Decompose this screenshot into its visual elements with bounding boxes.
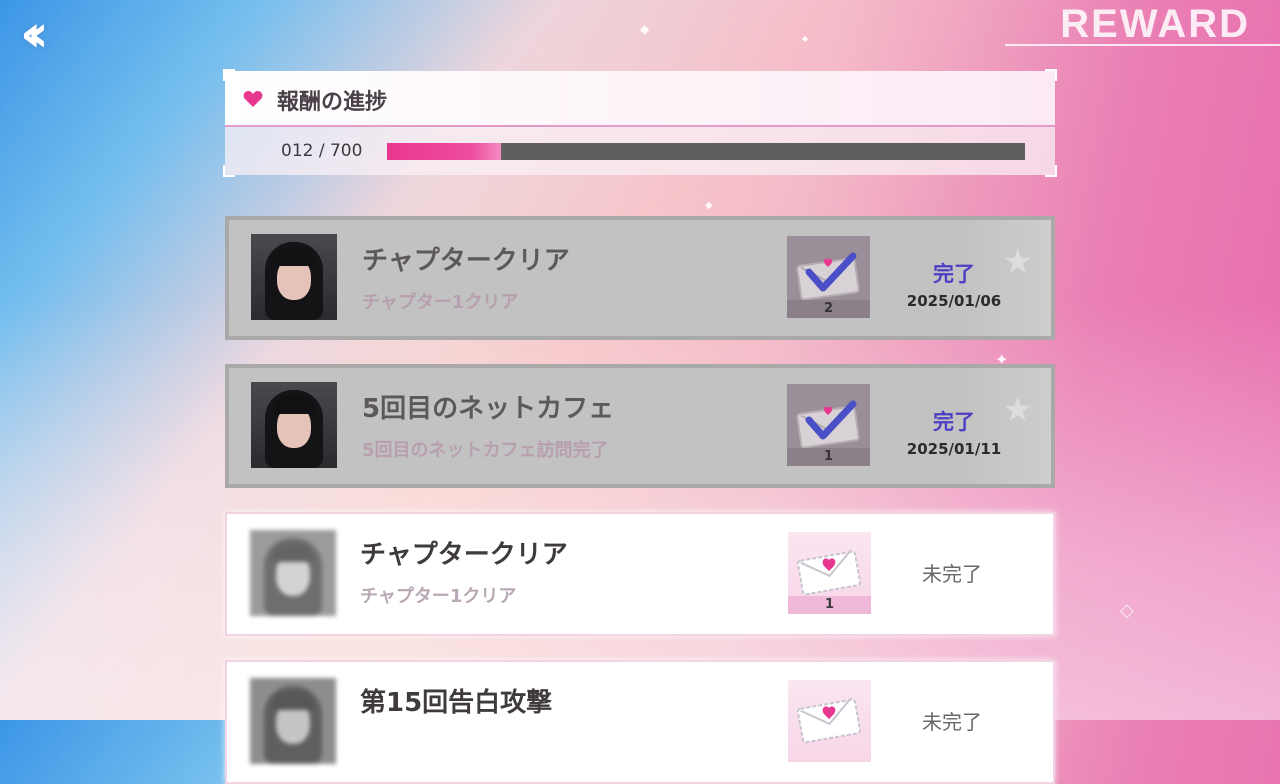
progress-bar-fill xyxy=(387,143,501,160)
love-letter-icon xyxy=(796,697,862,744)
reward-thumbnail: 2 xyxy=(787,236,870,318)
reward-item[interactable]: ★ 第15回告白攻撃 未完了 xyxy=(225,660,1055,784)
reward-item-title: 5回目のネットカフェ xyxy=(362,394,615,424)
frame-corner xyxy=(223,69,235,81)
reward-progress-panel: 報酬の進捗 012 / 700 xyxy=(223,69,1057,177)
avatar xyxy=(251,382,337,468)
reward-item[interactable]: ★ 5回目のネットカフェ 5回目のネットカフェ訪問完了 1 完了 2025/01… xyxy=(225,364,1055,488)
sparkle-icon: ◆ xyxy=(802,34,809,43)
checked-letter-icon xyxy=(796,400,860,448)
reward-item-description: チャプター1クリア xyxy=(360,586,517,607)
title-underline xyxy=(1005,44,1280,46)
reward-thumbnail: 1 xyxy=(787,384,870,466)
completion-date: 2025/01/11 xyxy=(906,440,1002,458)
frame-corner xyxy=(223,165,235,177)
progress-bar xyxy=(387,143,1025,160)
status-label: 完了 xyxy=(933,262,975,286)
reward-quantity: 1 xyxy=(787,448,870,466)
reward-item-title: チャプタークリア xyxy=(360,540,568,570)
progress-title: 報酬の進捗 xyxy=(277,90,388,115)
reward-item-title: 第15回告白攻撃 xyxy=(360,688,553,718)
reward-thumbnail xyxy=(788,680,871,762)
reward-item-title: チャプタークリア xyxy=(362,246,570,276)
love-letter-icon xyxy=(796,549,862,596)
status-label: 未完了 xyxy=(922,562,982,586)
reward-thumbnail: 1 xyxy=(788,532,871,614)
status-label: 未完了 xyxy=(922,710,982,734)
completion-date: 2025/01/06 xyxy=(906,292,1002,310)
frame-corner xyxy=(1045,69,1057,81)
reward-item-description: チャプター1クリア xyxy=(362,292,519,313)
avatar xyxy=(250,678,336,764)
frame-corner xyxy=(1045,165,1057,177)
background-sheen xyxy=(0,300,1280,720)
sparkle-icon: ◆ xyxy=(640,22,650,36)
double-chevron-left-icon: ‹‹ xyxy=(20,4,49,64)
back-button[interactable]: ‹‹ xyxy=(20,8,68,60)
reward-item[interactable]: ★ チャプタークリア チャプター1クリア 1 未完了 xyxy=(225,512,1055,636)
progress-count: 012 / 700 xyxy=(281,141,363,161)
sparkle-icon: ◆ xyxy=(705,200,713,211)
sparkle-icon: ◇ xyxy=(1120,600,1134,621)
page-title: REWARD xyxy=(1060,2,1250,46)
reward-item[interactable]: ★ チャプタークリア チャプター1クリア 2 完了 2025/01/06 xyxy=(225,216,1055,340)
checked-letter-icon xyxy=(796,252,860,300)
reward-quantity: 2 xyxy=(787,300,870,318)
heart-icon xyxy=(243,91,263,107)
status-label: 完了 xyxy=(933,410,975,434)
reward-quantity: 1 xyxy=(788,596,871,614)
avatar xyxy=(251,234,337,320)
reward-item-description: 5回目のネットカフェ訪問完了 xyxy=(362,440,609,461)
avatar xyxy=(250,530,336,616)
progress-header: 報酬の進捗 xyxy=(225,71,1055,127)
progress-body: 012 / 700 xyxy=(225,127,1055,175)
